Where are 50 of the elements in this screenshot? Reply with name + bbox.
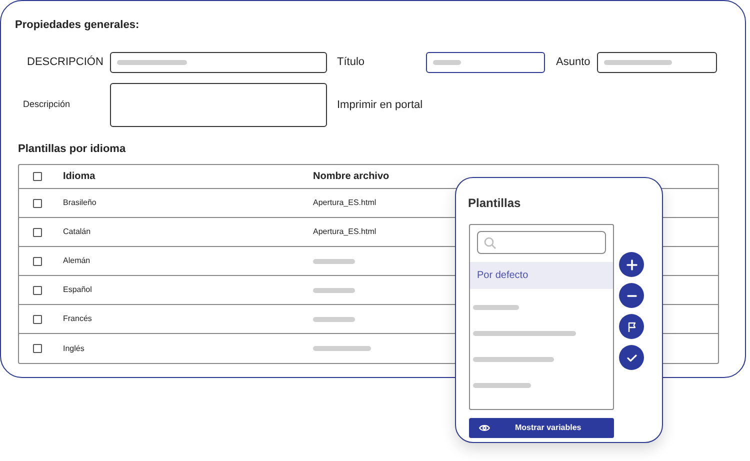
table-cell-text: Inglés — [63, 342, 86, 354]
checkbox[interactable] — [33, 256, 42, 266]
remove-button[interactable] — [619, 283, 644, 308]
column-header: Idioma — [63, 170, 96, 184]
add-button[interactable] — [619, 252, 644, 277]
field-label: Descripción — [22, 98, 72, 112]
checkbox[interactable] — [33, 228, 42, 236]
list-item[interactable]: Por defecto — [470, 262, 613, 289]
field-label: Imprimir en portal — [337, 98, 423, 113]
placeholder-bar — [473, 382, 531, 388]
panel-title: Plantillas — [468, 196, 521, 210]
checkbox[interactable] — [33, 344, 42, 353]
input-field[interactable] — [426, 52, 545, 73]
flag-icon — [626, 320, 638, 332]
placeholder-bar — [433, 60, 461, 65]
placeholder-bar — [117, 60, 187, 65]
placeholder-bar — [313, 346, 371, 351]
field-label: Título — [336, 55, 366, 70]
checkbox[interactable] — [33, 286, 42, 294]
checkbox[interactable] — [33, 314, 42, 324]
search-icon — [484, 236, 496, 248]
field-label: Asunto — [555, 55, 592, 70]
add-icon — [626, 258, 638, 270]
placeholder-bar — [313, 288, 355, 292]
text-area[interactable] — [110, 83, 327, 127]
flag-button[interactable] — [619, 314, 644, 339]
table-cell-text: Brasileño — [63, 197, 98, 209]
check-icon — [626, 352, 638, 364]
input-field[interactable] — [597, 52, 717, 73]
column-header: Nombre archivo — [313, 170, 390, 184]
placeholder-bar — [313, 316, 355, 322]
section-title: Propiedades generales: — [15, 19, 140, 31]
placeholder-bar — [313, 258, 355, 264]
table-cell-text: Español — [63, 284, 93, 296]
section-title: Plantillas por idioma — [18, 143, 126, 155]
checkbox[interactable] — [33, 198, 42, 208]
field-label: DESCRIPCIÓN — [26, 54, 104, 70]
input-field[interactable] — [110, 52, 327, 73]
placeholder-bar — [473, 304, 519, 310]
search-field[interactable] — [477, 231, 606, 254]
table-cell-text: Francés — [63, 313, 93, 325]
table-cell-text: Alemán — [63, 255, 92, 267]
table-cell-text: Catalán — [63, 226, 92, 238]
table-cell: Apertura_ES.html — [313, 226, 376, 238]
placeholder-bar — [604, 60, 672, 65]
table-cell: Apertura_ES.html — [313, 197, 376, 209]
confirm-button[interactable] — [619, 345, 644, 370]
show-variables-button[interactable]: Mostrar variables — [469, 418, 614, 438]
checkbox[interactable] — [33, 172, 42, 181]
eye-icon — [479, 424, 490, 432]
